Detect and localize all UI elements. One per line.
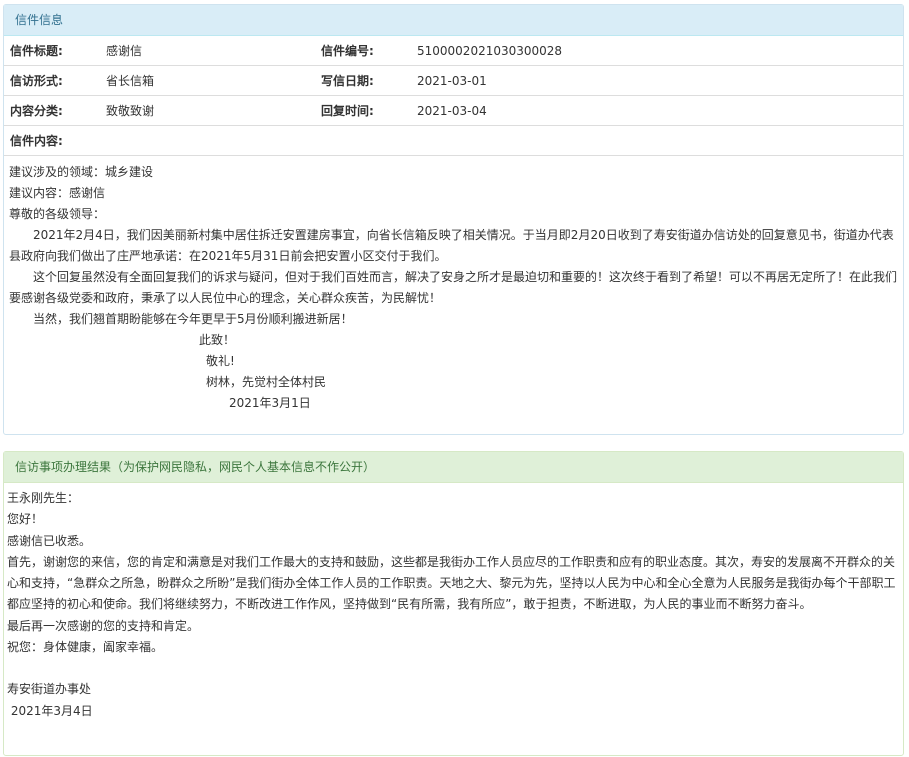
letter-form-label: 信访形式: (4, 65, 100, 96)
letter-number-label: 信件编号: (315, 36, 411, 66)
result-panel: 信访事项办理结果（为保护网民隐私，网民个人基本信息不作公开） 王永刚先生： 您好… (3, 451, 904, 756)
letter-info-heading: 信件信息 (4, 5, 903, 36)
content-domain: 建议涉及的领域：城乡建设 (9, 165, 154, 179)
result-office: 寿安街道办事处 (7, 682, 92, 697)
content-greeting: 尊敬的各级领导： (9, 207, 106, 221)
category-value: 致敬致谢 (100, 95, 315, 126)
content-date: 2021年3月1日 (229, 396, 311, 410)
content-signature: 树林，先觉村全体村民 (206, 375, 327, 389)
letter-title-value: 感谢信 (100, 36, 315, 66)
letter-content: 建议涉及的领域：城乡建设 建议内容：感谢信 尊敬的各级领导： 2021年2月4日… (4, 156, 903, 414)
letter-form-value: 省长信箱 (100, 65, 315, 96)
table-row: 信件标题: 感谢信 信件编号: 5100002021030300028 (4, 36, 903, 66)
content-suggestion: 建议内容：感谢信 (9, 186, 106, 200)
content-closing-2: 敬礼! (206, 354, 235, 368)
write-date-label: 写信日期: (315, 65, 411, 96)
reply-time-label: 回复时间: (315, 95, 411, 126)
content-closing-1: 此致！ (199, 333, 236, 347)
table-row: 内容分类: 致敬致谢 回复时间: 2021-03-04 (4, 95, 903, 126)
result-spacer (7, 658, 900, 679)
letter-content-label: 信件内容: (4, 125, 903, 156)
result-thanks-again: 最后再一次感谢的您的支持和肯定。 (7, 618, 200, 633)
result-hello: 您好！ (7, 512, 44, 527)
category-label: 内容分类: (4, 95, 100, 126)
letter-number-value: 5100002021030300028 (411, 36, 903, 66)
table-row: 信访形式: 省长信箱 写信日期: 2021-03-01 (4, 65, 903, 96)
letter-title-label: 信件标题: (4, 36, 100, 66)
write-date-value: 2021-03-01 (411, 65, 903, 96)
letter-info-panel: 信件信息 信件标题: 感谢信 信件编号: 5100002021030300028… (3, 4, 904, 435)
result-salutation: 王永刚先生： (7, 491, 80, 505)
result-body: 首先，谢谢您的来信，您的肯定和满意是对我们工作最大的支持和鼓励，这些都是我街办工… (7, 554, 896, 612)
table-row: 信件内容: (4, 125, 903, 156)
result-date: 2021年3月4日 (7, 703, 93, 718)
content-paragraph-2: 这个回复虽然没有全面回复我们的诉求与疑问，但对于我们百姓而言，解决了安身之所才是… (9, 270, 898, 305)
result-heading: 信访事项办理结果（为保护网民隐私，网民个人基本信息不作公开） (4, 452, 903, 483)
content-paragraph-1: 2021年2月4日，我们因美丽新村集中居住拆迁安置建房事宜，向省长信箱反映了相关… (9, 228, 894, 263)
result-received: 感谢信已收悉。 (7, 533, 92, 548)
letter-info-table: 信件标题: 感谢信 信件编号: 5100002021030300028 信访形式… (4, 36, 903, 156)
result-wish: 祝您：身体健康，阖家幸福。 (7, 640, 164, 655)
content-paragraph-3: 当然，我们翘首期盼能够在今年更早于5月份顺利搬进新居！ (33, 312, 353, 326)
reply-time-value: 2021-03-04 (411, 95, 903, 126)
result-content: 王永刚先生： 您好！ 感谢信已收悉。 首先，谢谢您的来信，您的肯定和满意是对我们… (4, 483, 903, 722)
